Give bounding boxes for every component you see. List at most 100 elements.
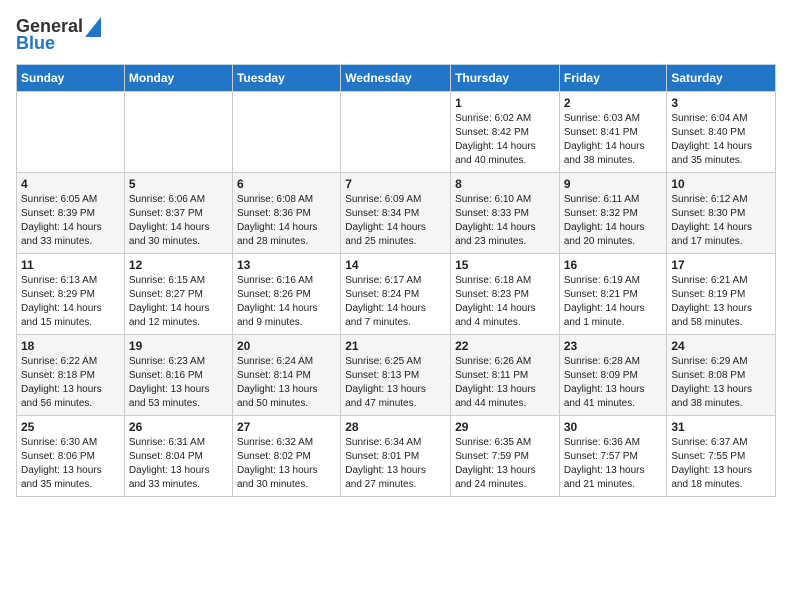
day-content: Sunrise: 6:04 AM Sunset: 8:40 PM Dayligh… bbox=[671, 112, 771, 168]
calendar-cell: 20Sunrise: 6:24 AM Sunset: 8:14 PM Dayli… bbox=[232, 335, 340, 416]
day-content: Sunrise: 6:17 AM Sunset: 8:24 PM Dayligh… bbox=[345, 274, 446, 330]
calendar-week-row: 25 Sunrise: 6:30 AM Sunset: 8:06 PM Dayli… bbox=[17, 416, 776, 497]
day-number: 21 bbox=[345, 339, 446, 353]
calendar-cell: 22Sunrise: 6:26 AM Sunset: 8:11 PM Dayli… bbox=[451, 335, 560, 416]
calendar-cell: 23 Sunrise: 6:28 AM Sunset: 8:09 PM Dayli… bbox=[559, 335, 667, 416]
calendar-cell: 29Sunrise: 6:35 AM Sunset: 7:59 PM Dayli… bbox=[451, 416, 560, 497]
calendar-cell: 12 Sunrise: 6:15 AM Sunset: 8:27 PM Dayli… bbox=[124, 254, 232, 335]
calendar-cell: 10 Sunrise: 6:12 AM Sunset: 8:30 PM Dayli… bbox=[667, 173, 776, 254]
calendar-cell: 4 Sunrise: 6:05 AM Sunset: 8:39 PM Daylig… bbox=[17, 173, 125, 254]
day-content: Sunrise: 6:18 AM Sunset: 8:23 PM Dayligh… bbox=[455, 274, 555, 330]
day-content: Sunrise: 6:12 AM Sunset: 8:30 PM Dayligh… bbox=[671, 193, 771, 249]
calendar-cell: 9 Sunrise: 6:11 AM Sunset: 8:32 PM Daylig… bbox=[559, 173, 667, 254]
calendar-cell bbox=[17, 92, 125, 173]
day-number: 25 bbox=[21, 420, 120, 434]
day-number: 15 bbox=[455, 258, 555, 272]
day-number: 13 bbox=[237, 258, 336, 272]
day-number: 12 bbox=[129, 258, 228, 272]
header-monday: Monday bbox=[124, 65, 232, 92]
calendar-cell bbox=[341, 92, 451, 173]
page-header: General Blue bbox=[16, 16, 776, 54]
calendar-cell: 21 Sunrise: 6:25 AM Sunset: 8:13 PM Dayli… bbox=[341, 335, 451, 416]
day-content: Sunrise: 6:32 AM Sunset: 8:02 PM Dayligh… bbox=[237, 436, 336, 492]
header-friday: Friday bbox=[559, 65, 667, 92]
day-number: 7 bbox=[345, 177, 446, 191]
calendar-week-row: 4 Sunrise: 6:05 AM Sunset: 8:39 PM Daylig… bbox=[17, 173, 776, 254]
calendar-cell: 30 Sunrise: 6:36 AM Sunset: 7:57 PM Dayli… bbox=[559, 416, 667, 497]
day-content: Sunrise: 6:21 AM Sunset: 8:19 PM Dayligh… bbox=[671, 274, 771, 330]
day-number: 19 bbox=[129, 339, 228, 353]
day-content: Sunrise: 6:28 AM Sunset: 8:09 PM Dayligh… bbox=[564, 355, 663, 411]
day-content: Sunrise: 6:10 AM Sunset: 8:33 PM Dayligh… bbox=[455, 193, 555, 249]
calendar-cell: 28 Sunrise: 6:34 AM Sunset: 8:01 PM Dayli… bbox=[341, 416, 451, 497]
day-number: 27 bbox=[237, 420, 336, 434]
calendar-cell: 26 Sunrise: 6:31 AM Sunset: 8:04 PM Dayli… bbox=[124, 416, 232, 497]
header-tuesday: Tuesday bbox=[232, 65, 340, 92]
calendar-cell: 7Sunrise: 6:09 AM Sunset: 8:34 PM Daylig… bbox=[341, 173, 451, 254]
calendar-cell: 17 Sunrise: 6:21 AM Sunset: 8:19 PM Dayli… bbox=[667, 254, 776, 335]
calendar-cell: 1 Sunrise: 6:02 AM Sunset: 8:42 PM Daylig… bbox=[451, 92, 560, 173]
day-number: 2 bbox=[564, 96, 663, 110]
calendar-week-row: 18Sunrise: 6:22 AM Sunset: 8:18 PM Dayli… bbox=[17, 335, 776, 416]
day-content: Sunrise: 6:11 AM Sunset: 8:32 PM Dayligh… bbox=[564, 193, 663, 249]
calendar-cell: 11 Sunrise: 6:13 AM Sunset: 8:29 PM Dayli… bbox=[17, 254, 125, 335]
calendar-week-row: 11 Sunrise: 6:13 AM Sunset: 8:29 PM Dayli… bbox=[17, 254, 776, 335]
calendar-cell: 31Sunrise: 6:37 AM Sunset: 7:55 PM Dayli… bbox=[667, 416, 776, 497]
day-content: Sunrise: 6:23 AM Sunset: 8:16 PM Dayligh… bbox=[129, 355, 228, 411]
day-number: 9 bbox=[564, 177, 663, 191]
day-content: Sunrise: 6:31 AM Sunset: 8:04 PM Dayligh… bbox=[129, 436, 228, 492]
day-number: 17 bbox=[671, 258, 771, 272]
calendar-cell: 14Sunrise: 6:17 AM Sunset: 8:24 PM Dayli… bbox=[341, 254, 451, 335]
calendar-cell bbox=[124, 92, 232, 173]
calendar-cell: 15 Sunrise: 6:18 AM Sunset: 8:23 PM Dayli… bbox=[451, 254, 560, 335]
day-number: 11 bbox=[21, 258, 120, 272]
day-number: 4 bbox=[21, 177, 120, 191]
calendar-header-row: SundayMondayTuesdayWednesdayThursdayFrid… bbox=[17, 65, 776, 92]
day-content: Sunrise: 6:29 AM Sunset: 8:08 PM Dayligh… bbox=[671, 355, 771, 411]
day-content: Sunrise: 6:25 AM Sunset: 8:13 PM Dayligh… bbox=[345, 355, 446, 411]
day-number: 23 bbox=[564, 339, 663, 353]
day-content: Sunrise: 6:26 AM Sunset: 8:11 PM Dayligh… bbox=[455, 355, 555, 411]
day-number: 6 bbox=[237, 177, 336, 191]
day-content: Sunrise: 6:36 AM Sunset: 7:57 PM Dayligh… bbox=[564, 436, 663, 492]
calendar-cell: 13 Sunrise: 6:16 AM Sunset: 8:26 PM Dayli… bbox=[232, 254, 340, 335]
calendar-cell: 19 Sunrise: 6:23 AM Sunset: 8:16 PM Dayli… bbox=[124, 335, 232, 416]
day-number: 10 bbox=[671, 177, 771, 191]
calendar-cell: 24 Sunrise: 6:29 AM Sunset: 8:08 PM Dayli… bbox=[667, 335, 776, 416]
day-number: 29 bbox=[455, 420, 555, 434]
calendar-cell: 27 Sunrise: 6:32 AM Sunset: 8:02 PM Dayli… bbox=[232, 416, 340, 497]
day-number: 30 bbox=[564, 420, 663, 434]
day-number: 18 bbox=[21, 339, 120, 353]
day-number: 26 bbox=[129, 420, 228, 434]
day-number: 8 bbox=[455, 177, 555, 191]
logo-blue: Blue bbox=[16, 33, 55, 54]
day-number: 3 bbox=[671, 96, 771, 110]
day-content: Sunrise: 6:13 AM Sunset: 8:29 PM Dayligh… bbox=[21, 274, 120, 330]
calendar-cell: 16Sunrise: 6:19 AM Sunset: 8:21 PM Dayli… bbox=[559, 254, 667, 335]
day-content: Sunrise: 6:30 AM Sunset: 8:06 PM Dayligh… bbox=[21, 436, 120, 492]
day-number: 20 bbox=[237, 339, 336, 353]
day-content: Sunrise: 6:15 AM Sunset: 8:27 PM Dayligh… bbox=[129, 274, 228, 330]
day-content: Sunrise: 6:34 AM Sunset: 8:01 PM Dayligh… bbox=[345, 436, 446, 492]
calendar-cell: 2 Sunrise: 6:03 AM Sunset: 8:41 PM Daylig… bbox=[559, 92, 667, 173]
day-content: Sunrise: 6:37 AM Sunset: 7:55 PM Dayligh… bbox=[671, 436, 771, 492]
day-content: Sunrise: 6:16 AM Sunset: 8:26 PM Dayligh… bbox=[237, 274, 336, 330]
day-number: 5 bbox=[129, 177, 228, 191]
logo: General Blue bbox=[16, 16, 101, 54]
day-number: 24 bbox=[671, 339, 771, 353]
header-saturday: Saturday bbox=[667, 65, 776, 92]
calendar-cell bbox=[232, 92, 340, 173]
calendar-cell: 18Sunrise: 6:22 AM Sunset: 8:18 PM Dayli… bbox=[17, 335, 125, 416]
day-content: Sunrise: 6:02 AM Sunset: 8:42 PM Dayligh… bbox=[455, 112, 555, 168]
day-content: Sunrise: 6:05 AM Sunset: 8:39 PM Dayligh… bbox=[21, 193, 120, 249]
calendar-table: SundayMondayTuesdayWednesdayThursdayFrid… bbox=[16, 64, 776, 497]
calendar-cell: 25 Sunrise: 6:30 AM Sunset: 8:06 PM Dayli… bbox=[17, 416, 125, 497]
day-number: 28 bbox=[345, 420, 446, 434]
header-sunday: Sunday bbox=[17, 65, 125, 92]
calendar-cell: 5Sunrise: 6:06 AM Sunset: 8:37 PM Daylig… bbox=[124, 173, 232, 254]
day-content: Sunrise: 6:03 AM Sunset: 8:41 PM Dayligh… bbox=[564, 112, 663, 168]
logo-triangle-icon bbox=[85, 17, 101, 37]
day-content: Sunrise: 6:19 AM Sunset: 8:21 PM Dayligh… bbox=[564, 274, 663, 330]
day-number: 1 bbox=[455, 96, 555, 110]
header-thursday: Thursday bbox=[451, 65, 560, 92]
